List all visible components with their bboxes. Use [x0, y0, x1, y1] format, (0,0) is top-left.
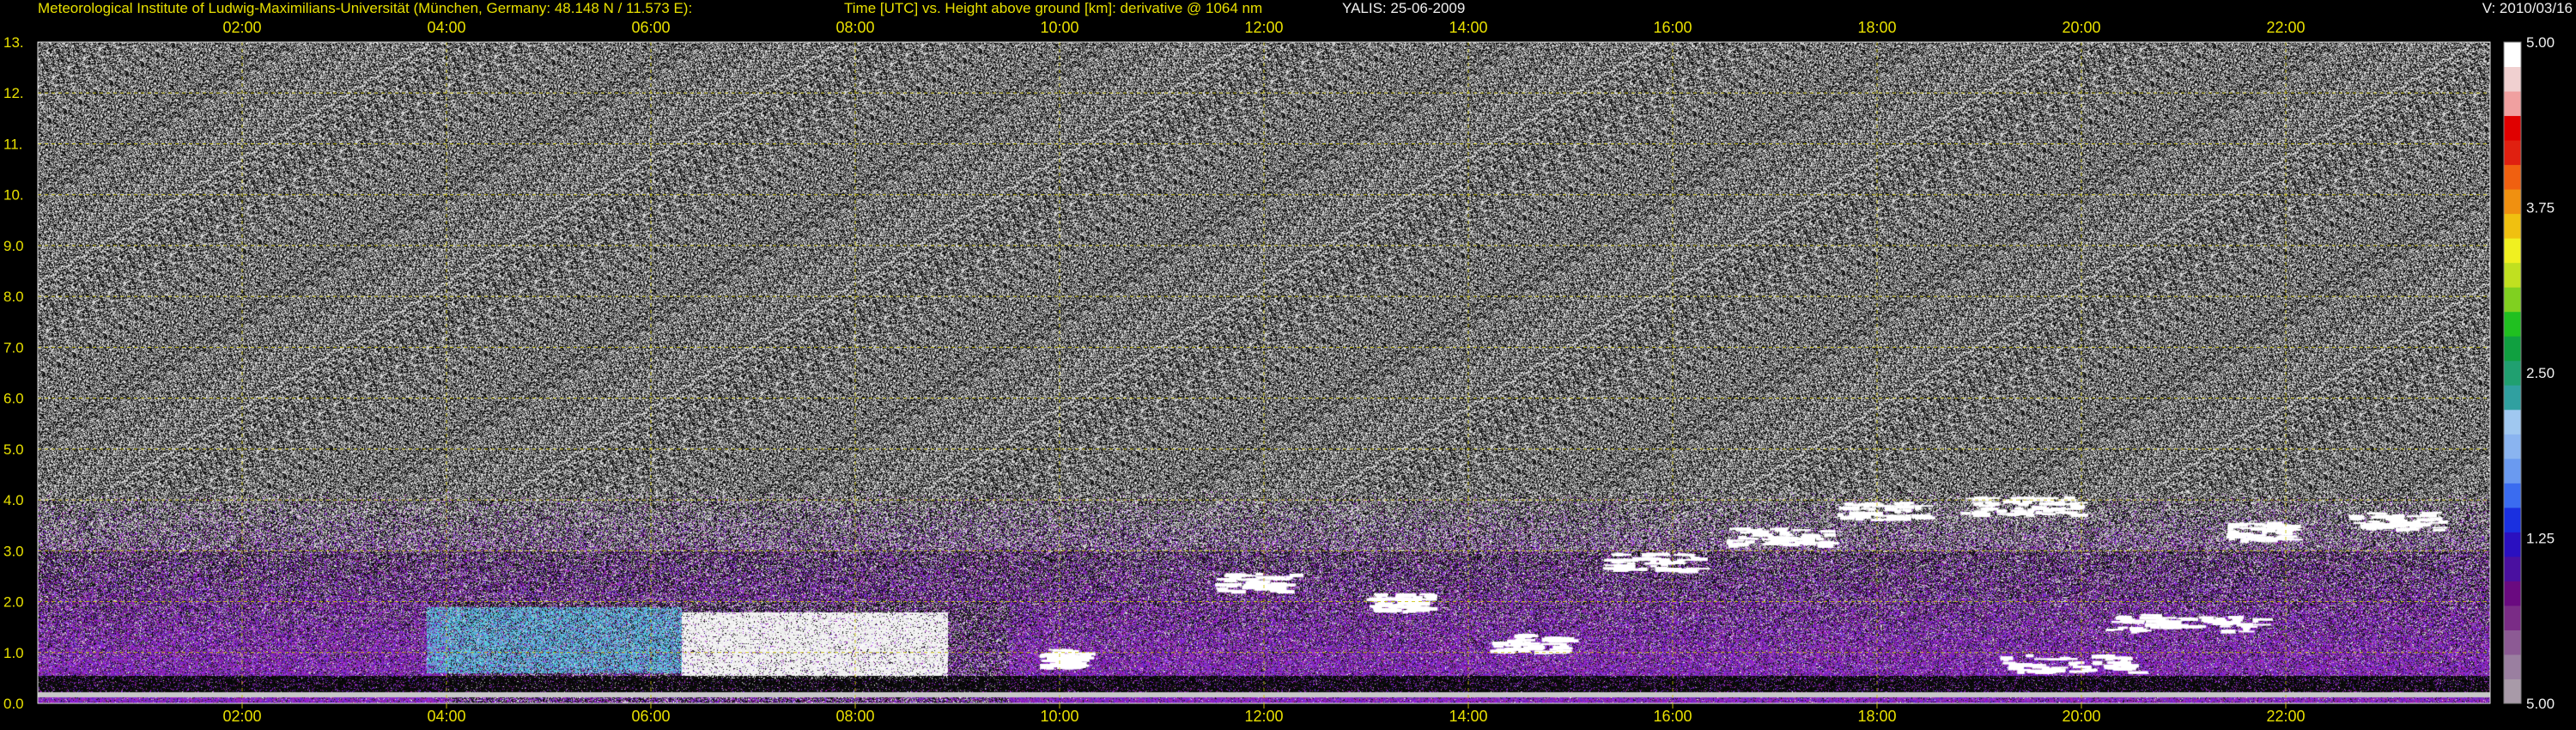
colorbar-segment	[2504, 678, 2521, 704]
colorbar-tick-label: 1.25	[2526, 531, 2555, 547]
colorbar-segment	[2504, 483, 2521, 508]
x-tick-label-top: 10:00	[1040, 19, 1078, 36]
colorbar-segment	[2504, 458, 2521, 484]
colorbar-segment	[2504, 434, 2521, 459]
y-tick-label: 12.	[3, 85, 24, 101]
x-tick-label: 16:00	[1653, 708, 1692, 725]
y-tick-label: 0.0	[3, 696, 24, 712]
x-tick-label: 06:00	[631, 708, 670, 725]
colorbar-segment	[2504, 213, 2521, 239]
x-tick-label: 20:00	[2062, 708, 2100, 725]
colorbar-segment	[2504, 164, 2521, 190]
y-tick-label: 11.	[3, 136, 22, 152]
colorbar-tick-label: 3.75	[2526, 200, 2555, 216]
y-tick-label: 13.	[3, 34, 24, 51]
y-tick-label: 10.	[3, 187, 24, 204]
colorbar-tick-label: 5.00	[2526, 696, 2555, 712]
colorbar-segment	[2504, 140, 2521, 166]
x-tick-label-top: 06:00	[631, 19, 670, 36]
colorbar-segment	[2504, 532, 2521, 557]
x-tick-label-top: 18:00	[1857, 19, 1896, 36]
colorbar-segment	[2504, 556, 2521, 581]
x-tick-label: 14:00	[1449, 708, 1487, 725]
x-tick-label-top: 20:00	[2062, 19, 2100, 36]
colorbar-segment	[2504, 654, 2521, 679]
x-tick-label-top: 14:00	[1449, 19, 1487, 36]
colorbar-segment	[2504, 385, 2521, 411]
colorbar-tick-label: 5.00	[2526, 34, 2555, 51]
colorbar-segment	[2504, 630, 2521, 655]
x-tick-label: 04:00	[427, 708, 465, 725]
x-tick-label-top: 12:00	[1244, 19, 1283, 36]
colorbar-segment	[2504, 42, 2521, 68]
colorbar-segment	[2504, 605, 2521, 630]
colorbar-tick-label: 2.50	[2526, 365, 2555, 381]
colorbar-segment	[2504, 91, 2521, 117]
x-tick-label: 22:00	[2266, 708, 2305, 725]
colorbar-segment	[2504, 507, 2521, 532]
colorbar-segment	[2504, 66, 2521, 92]
y-tick-label: 3.0	[3, 543, 24, 559]
colorbar-segment	[2504, 336, 2521, 362]
y-tick-label: 5.0	[3, 441, 24, 458]
x-tick-label-top: 16:00	[1653, 19, 1692, 36]
x-tick-label-top: 22:00	[2266, 19, 2305, 36]
x-tick-label: 10:00	[1040, 708, 1078, 725]
colorbar-segment	[2504, 115, 2521, 141]
colorbar-segment	[2504, 409, 2521, 435]
colorbar-segment	[2504, 238, 2521, 264]
x-tick-label-top: 04:00	[427, 19, 465, 36]
x-tick-label: 08:00	[835, 708, 874, 725]
y-tick-label: 6.0	[3, 391, 24, 407]
x-tick-label: 02:00	[222, 708, 261, 725]
colorbar-segment	[2504, 360, 2521, 386]
y-tick-label: 8.0	[3, 289, 24, 305]
lidar-chart: 02:00 02:00 04:00 04:00 06:00 06:00 08:00 08:00…	[3, 19, 2555, 725]
colorbar-segment	[2504, 581, 2521, 606]
x-tick-label-top: 02:00	[222, 19, 261, 36]
y-tick-label: 4.0	[3, 492, 24, 508]
colorbar-segment	[2504, 311, 2521, 337]
x-tick-label: 18:00	[1857, 708, 1896, 725]
y-tick-label: 9.0	[3, 238, 24, 254]
y-tick-label: 2.0	[3, 594, 24, 611]
x-tick-label: 12:00	[1244, 708, 1283, 725]
y-tick-label: 7.0	[3, 339, 24, 356]
x-tick-label-top: 08:00	[835, 19, 874, 36]
colorbar-segment	[2504, 262, 2521, 288]
y-tick-label: 1.0	[3, 645, 24, 661]
colorbar-segment	[2504, 189, 2521, 215]
colorbar-segment	[2504, 287, 2521, 313]
